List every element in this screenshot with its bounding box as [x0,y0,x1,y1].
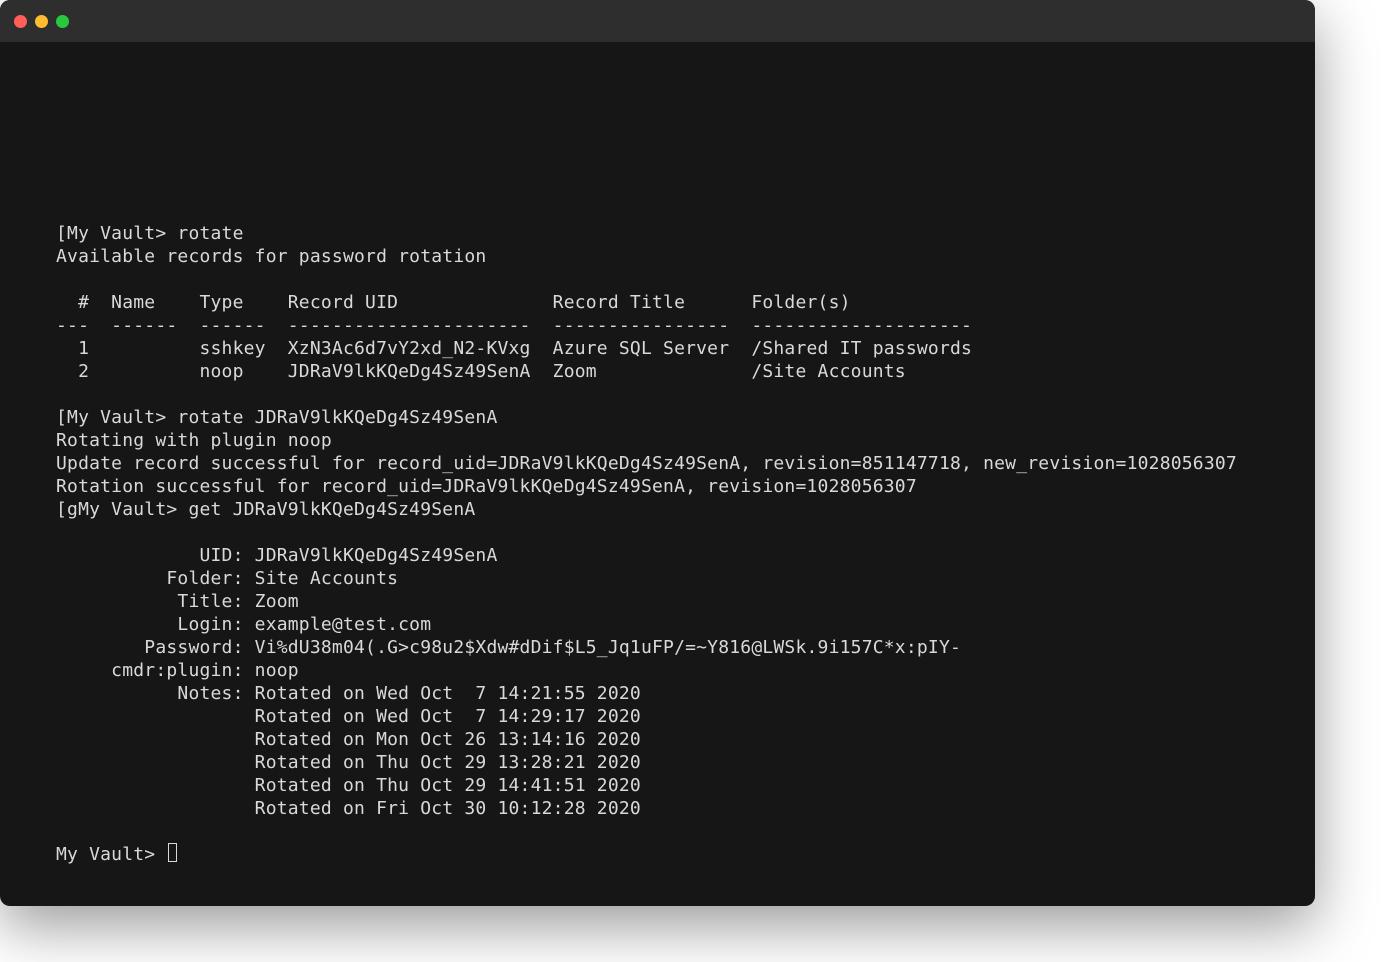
record-field-notes: Notes: Rotated on Wed Oct 7 14:21:55 202… [56,683,641,704]
output-text: Available records for password rotation [56,246,486,267]
terminal-output[interactable]: [My Vault> rotate Available records for … [0,42,1315,866]
prompt-line: My Vault> [56,844,166,865]
close-icon[interactable] [14,15,27,28]
table-row: 2 noop JDRaV9lkKQeDg4Sz49SenA Zoom /Site… [56,361,906,382]
terminal-window: [My Vault> rotate Available records for … [0,0,1315,906]
record-field-notes: Rotated on Thu Oct 29 14:41:51 2020 [56,775,641,796]
output-text: Rotating with plugin noop [56,430,332,451]
table-divider: --- ------ ------ ----------------------… [56,315,972,336]
record-field-notes: Rotated on Thu Oct 29 13:28:21 2020 [56,752,641,773]
prompt-line: [My Vault> rotate [56,223,244,244]
record-field-password: Password: Vi%dU38m04(.G>c98u2$Xdw#dDif$L… [56,637,961,658]
record-field-folder: Folder: Site Accounts [56,568,398,589]
table-row: 1 sshkey XzN3Ac6d7vY2xd_N2-KVxg Azure SQ… [56,338,972,359]
record-field-uid: UID: JDRaV9lkKQeDg4Sz49SenA [56,545,497,566]
record-field-plugin: cmdr:plugin: noop [56,660,299,681]
record-field-title: Title: Zoom [56,591,299,612]
record-field-login: Login: example@test.com [56,614,431,635]
record-field-notes: Rotated on Wed Oct 7 14:29:17 2020 [56,706,641,727]
window-titlebar [0,0,1315,42]
output-text: Rotation successful for record_uid=JDRaV… [56,476,917,497]
record-field-notes: Rotated on Fri Oct 30 10:12:28 2020 [56,798,641,819]
prompt-line: [gMy Vault> get JDRaV9lkKQeDg4Sz49SenA [56,499,475,520]
cursor-icon [168,843,177,862]
record-field-notes: Rotated on Mon Oct 26 13:14:16 2020 [56,729,641,750]
prompt-line: [My Vault> rotate JDRaV9lkKQeDg4Sz49SenA [56,407,497,428]
table-header: # Name Type Record UID Record Title Fold… [56,292,851,313]
minimize-icon[interactable] [35,15,48,28]
maximize-icon[interactable] [56,15,69,28]
output-text: Update record successful for record_uid=… [56,453,1237,474]
